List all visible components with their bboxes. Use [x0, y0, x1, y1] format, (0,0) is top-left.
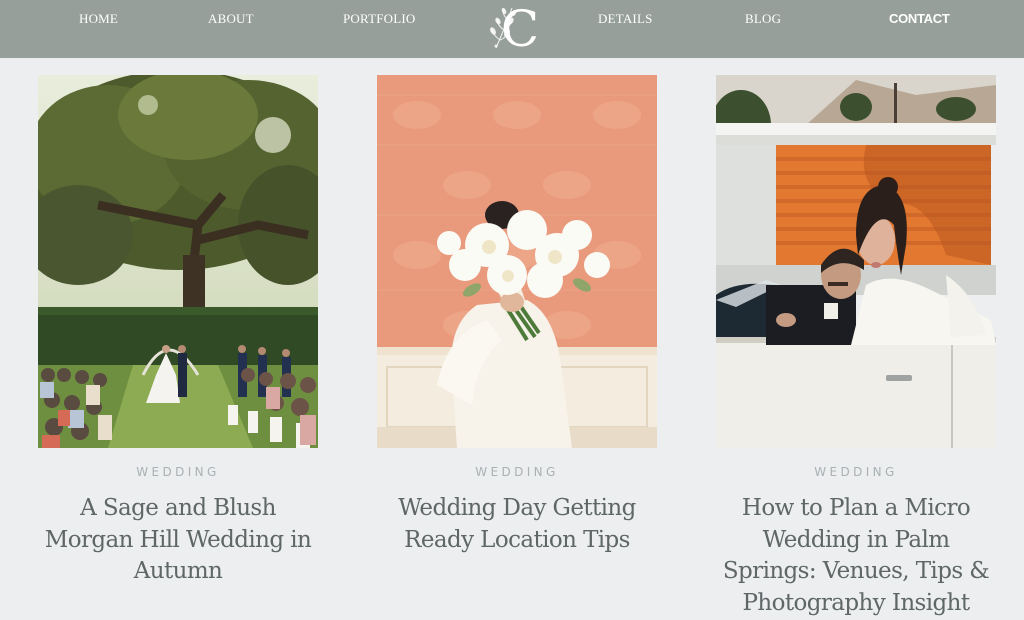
post-category-label: WEDDING — [814, 465, 898, 479]
top-navigation: HOME ABOUT PORTFOLIO C DETAILS BLOG CONT… — [0, 0, 1024, 58]
post-category-label: WEDDING — [475, 465, 559, 479]
post-thumbnail-link[interactable] — [377, 75, 657, 448]
bride-holding-bouquet-photo — [377, 75, 657, 448]
outdoor-oak-tree-ceremony-photo — [38, 75, 318, 448]
post-title-link[interactable]: How to Plan a Micro Wedding in Palm Spri… — [716, 493, 996, 619]
post-title-link[interactable]: Wedding Day Getting Ready Location Tips — [377, 493, 657, 556]
monogram-c-floral-icon: C — [490, 0, 539, 58]
nav-portfolio-link[interactable]: PORTFOLIO — [343, 11, 416, 27]
nav-details-link[interactable]: DETAILS — [598, 11, 653, 27]
blog-post-card: WEDDING How to Plan a Micro Wedding in P… — [716, 75, 996, 619]
post-thumbnail-link[interactable] — [38, 75, 318, 448]
monogram-logo[interactable]: C — [486, 0, 550, 58]
blog-post-card: WEDDING A Sage and Blush Morgan Hill Wed… — [38, 75, 318, 588]
logo-letter: C — [501, 0, 539, 54]
nav-home-link[interactable]: HOME — [79, 11, 118, 27]
post-title-link[interactable]: A Sage and Blush Morgan Hill Wedding in … — [38, 493, 318, 588]
nav-about-link[interactable]: ABOUT — [208, 11, 254, 27]
post-category-label: WEDDING — [136, 465, 220, 479]
couple-in-vintage-convertible-photo — [716, 75, 996, 448]
post-thumbnail-link[interactable] — [716, 75, 996, 448]
blog-post-card: WEDDING Wedding Day Getting Ready Locati… — [377, 75, 657, 556]
nav-contact-link[interactable]: CONTACT — [889, 11, 950, 26]
nav-blog-link[interactable]: BLOG — [745, 11, 781, 27]
